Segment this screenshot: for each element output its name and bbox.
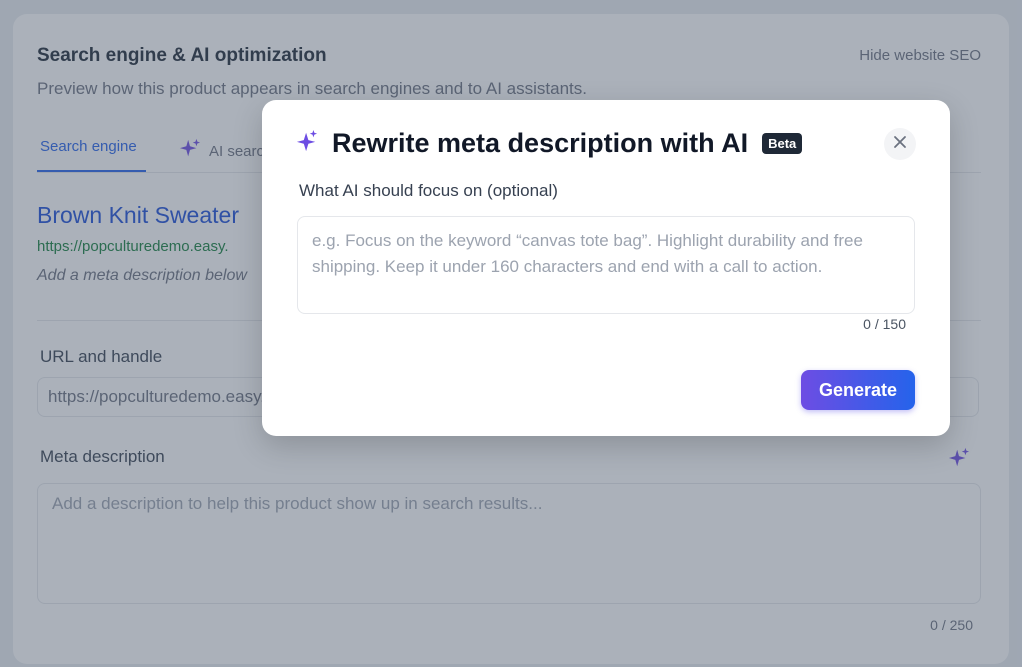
rewrite-meta-modal: Rewrite meta description with AI Beta Wh… [262,100,950,436]
focus-label: What AI should focus on (optional) [299,181,558,200]
close-button[interactable] [884,128,916,160]
beta-badge: Beta [762,133,803,154]
modal-title: Rewrite meta description with AI [332,128,749,158]
sparkles-icon [296,129,318,158]
modal-header: Rewrite meta description with AI Beta [296,128,803,159]
focus-character-count: 0 / 150 [863,316,906,332]
generate-button[interactable]: Generate [801,370,915,410]
close-icon [893,135,907,154]
focus-textarea[interactable]: e.g. Focus on the keyword “canvas tote b… [297,216,915,314]
